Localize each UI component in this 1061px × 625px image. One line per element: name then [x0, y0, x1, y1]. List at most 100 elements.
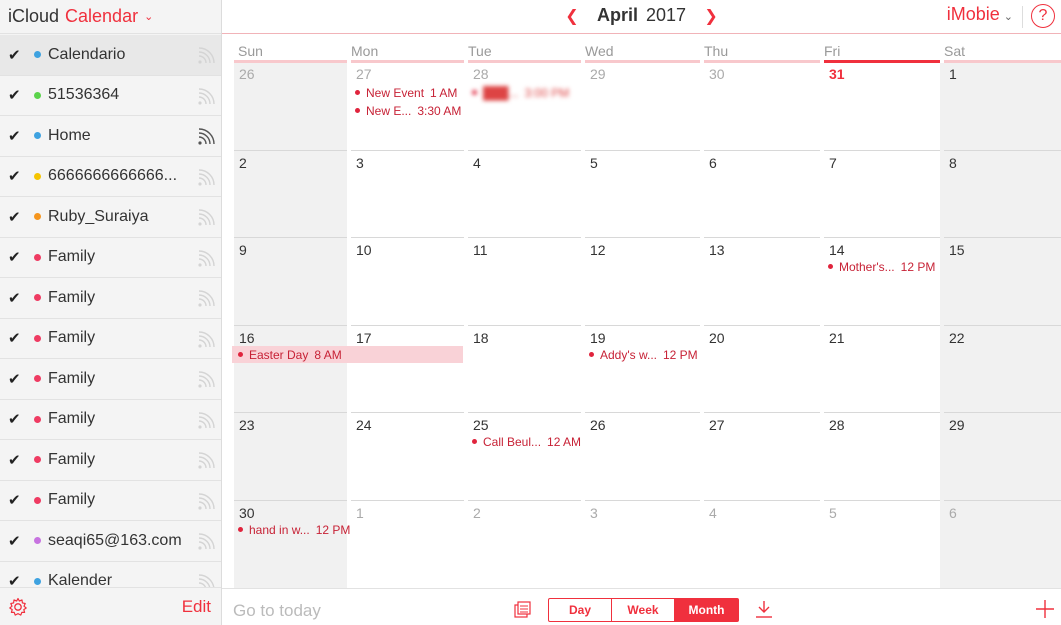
calendar-item[interactable]: ✔ Calendario [0, 35, 221, 76]
calendar-event[interactable]: New Event 1 AM [355, 86, 457, 100]
shared-calendar-icon[interactable] [197, 411, 215, 430]
day-cell[interactable]: 4 [704, 500, 820, 588]
day-cell[interactable]: 11 [468, 237, 581, 325]
gear-icon[interactable] [8, 597, 28, 617]
day-cell[interactable]: 8 [944, 150, 1061, 237]
checkmark-icon[interactable]: ✔ [8, 289, 22, 307]
calendar-event[interactable]: ███... 3:00 PM [472, 86, 569, 100]
shared-calendar-icon[interactable] [197, 168, 215, 187]
calendar-event[interactable]: New E... 3:30 AM [355, 104, 461, 118]
day-cell[interactable]: 17 [351, 325, 464, 412]
day-cell[interactable]: 28 [468, 63, 581, 150]
user-menu[interactable]: iMobie ⌄ [947, 4, 1013, 25]
view-day-button[interactable]: Day [549, 599, 612, 621]
day-cell[interactable]: 24 [351, 412, 464, 500]
day-cell[interactable]: 31 [824, 63, 940, 150]
day-cell[interactable]: 29 [944, 412, 1061, 500]
calendar-item[interactable]: ✔ Family [0, 481, 221, 521]
calendar-item[interactable]: ✔ Family [0, 319, 221, 359]
day-cell[interactable]: 30 [704, 63, 820, 150]
download-icon[interactable] [754, 599, 774, 619]
previous-month-icon[interactable]: ❮ [560, 6, 584, 26]
checkmark-icon[interactable]: ✔ [8, 491, 22, 509]
day-cell[interactable]: 20 [704, 325, 820, 412]
day-cell[interactable]: 29 [585, 63, 700, 150]
day-cell[interactable]: 22 [944, 325, 1061, 412]
day-cell[interactable]: 18 [468, 325, 581, 412]
shared-calendar-icon[interactable] [197, 290, 215, 308]
calendar-item[interactable]: ✔ Ruby_Suraiya [0, 197, 221, 238]
day-cell[interactable]: 3 [585, 500, 700, 588]
checkmark-icon[interactable]: ✔ [8, 46, 22, 64]
shared-calendar-icon[interactable] [197, 87, 215, 106]
add-event-icon[interactable] [1035, 599, 1055, 619]
day-cell[interactable]: 15 [944, 237, 1061, 325]
day-cell[interactable]: 7 [824, 150, 940, 237]
app-name[interactable]: Calendar [65, 6, 138, 27]
shared-calendar-icon[interactable] [197, 47, 215, 65]
shared-calendar-icon[interactable] [197, 573, 215, 588]
calendar-event[interactable]: hand in w... 12 PM [238, 523, 350, 537]
day-cell[interactable]: 4 [468, 150, 581, 237]
day-cell[interactable]: 23 [234, 412, 347, 500]
help-button[interactable]: ? [1031, 4, 1055, 28]
calendar-list-icon[interactable] [514, 601, 532, 619]
day-cell[interactable]: 21 [824, 325, 940, 412]
checkmark-icon[interactable]: ✔ [8, 410, 22, 428]
shared-calendar-icon[interactable] [197, 330, 215, 349]
checkmark-icon[interactable]: ✔ [8, 86, 22, 104]
calendar-item[interactable]: ✔ Family [0, 238, 221, 278]
day-cell[interactable]: 16 [234, 325, 347, 412]
shared-calendar-icon[interactable] [197, 128, 215, 146]
calendar-event[interactable]: Mother's... 12 PM [828, 260, 935, 274]
day-cell[interactable]: 6 [704, 150, 820, 237]
chevron-down-icon[interactable]: ⌄ [1004, 11, 1013, 23]
calendar-item[interactable]: ✔ Family [0, 400, 221, 440]
day-cell[interactable]: 5 [824, 500, 940, 588]
sidebar-header[interactable]: iCloud Calendar ⌄ [0, 0, 221, 34]
view-month-button[interactable]: Month [675, 599, 738, 621]
calendar-item[interactable]: ✔ Kalender [0, 562, 221, 588]
day-cell[interactable]: 10 [351, 237, 464, 325]
checkmark-icon[interactable]: ✔ [8, 248, 22, 266]
shared-calendar-icon[interactable] [197, 209, 215, 227]
chevron-down-icon[interactable]: ⌄ [144, 10, 153, 23]
next-month-icon[interactable]: ❯ [699, 6, 723, 26]
day-cell[interactable]: 1 [944, 63, 1061, 150]
checkmark-icon[interactable]: ✔ [8, 329, 22, 347]
user-name[interactable]: iMobie [947, 4, 1000, 24]
day-cell[interactable]: 30 [234, 500, 347, 588]
shared-calendar-icon[interactable] [197, 371, 215, 389]
calendar-event[interactable]: Call Beul... 12 AM [472, 435, 581, 449]
checkmark-icon[interactable]: ✔ [8, 167, 22, 185]
day-cell[interactable]: 26 [234, 63, 347, 150]
edit-button[interactable]: Edit [182, 597, 211, 617]
calendar-event[interactable]: Easter Day 8 AM [238, 348, 342, 362]
checkmark-icon[interactable]: ✔ [8, 532, 22, 550]
shared-calendar-icon[interactable] [197, 533, 215, 551]
calendar-event[interactable]: Addy's w... 12 PM [589, 348, 698, 362]
calendar-item[interactable]: ✔ Family [0, 359, 221, 400]
day-cell[interactable]: 27 [704, 412, 820, 500]
day-cell[interactable]: 2 [234, 150, 347, 237]
calendar-item[interactable]: ✔ Family [0, 278, 221, 319]
day-cell[interactable]: 3 [351, 150, 464, 237]
day-cell[interactable]: 13 [704, 237, 820, 325]
go-to-today-button[interactable]: Go to today [233, 601, 321, 621]
calendar-item[interactable]: ✔ Family [0, 440, 221, 481]
day-cell[interactable]: 28 [824, 412, 940, 500]
day-cell[interactable]: 6 [944, 500, 1061, 588]
calendar-item[interactable]: ✔ seaqi65@163.com [0, 521, 221, 562]
day-cell[interactable]: 5 [585, 150, 700, 237]
checkmark-icon[interactable]: ✔ [8, 451, 22, 469]
day-cell[interactable]: 12 [585, 237, 700, 325]
day-cell[interactable]: 19 [585, 325, 700, 412]
checkmark-icon[interactable]: ✔ [8, 370, 22, 388]
day-cell[interactable]: 26 [585, 412, 700, 500]
calendar-item[interactable]: ✔ 51536364 [0, 76, 221, 116]
day-cell[interactable]: 2 [468, 500, 581, 588]
calendar-item[interactable]: ✔ 6666666666666... [0, 157, 221, 197]
day-cell[interactable]: 14 [824, 237, 940, 325]
view-week-button[interactable]: Week [612, 599, 675, 621]
day-cell[interactable]: 25 [468, 412, 581, 500]
